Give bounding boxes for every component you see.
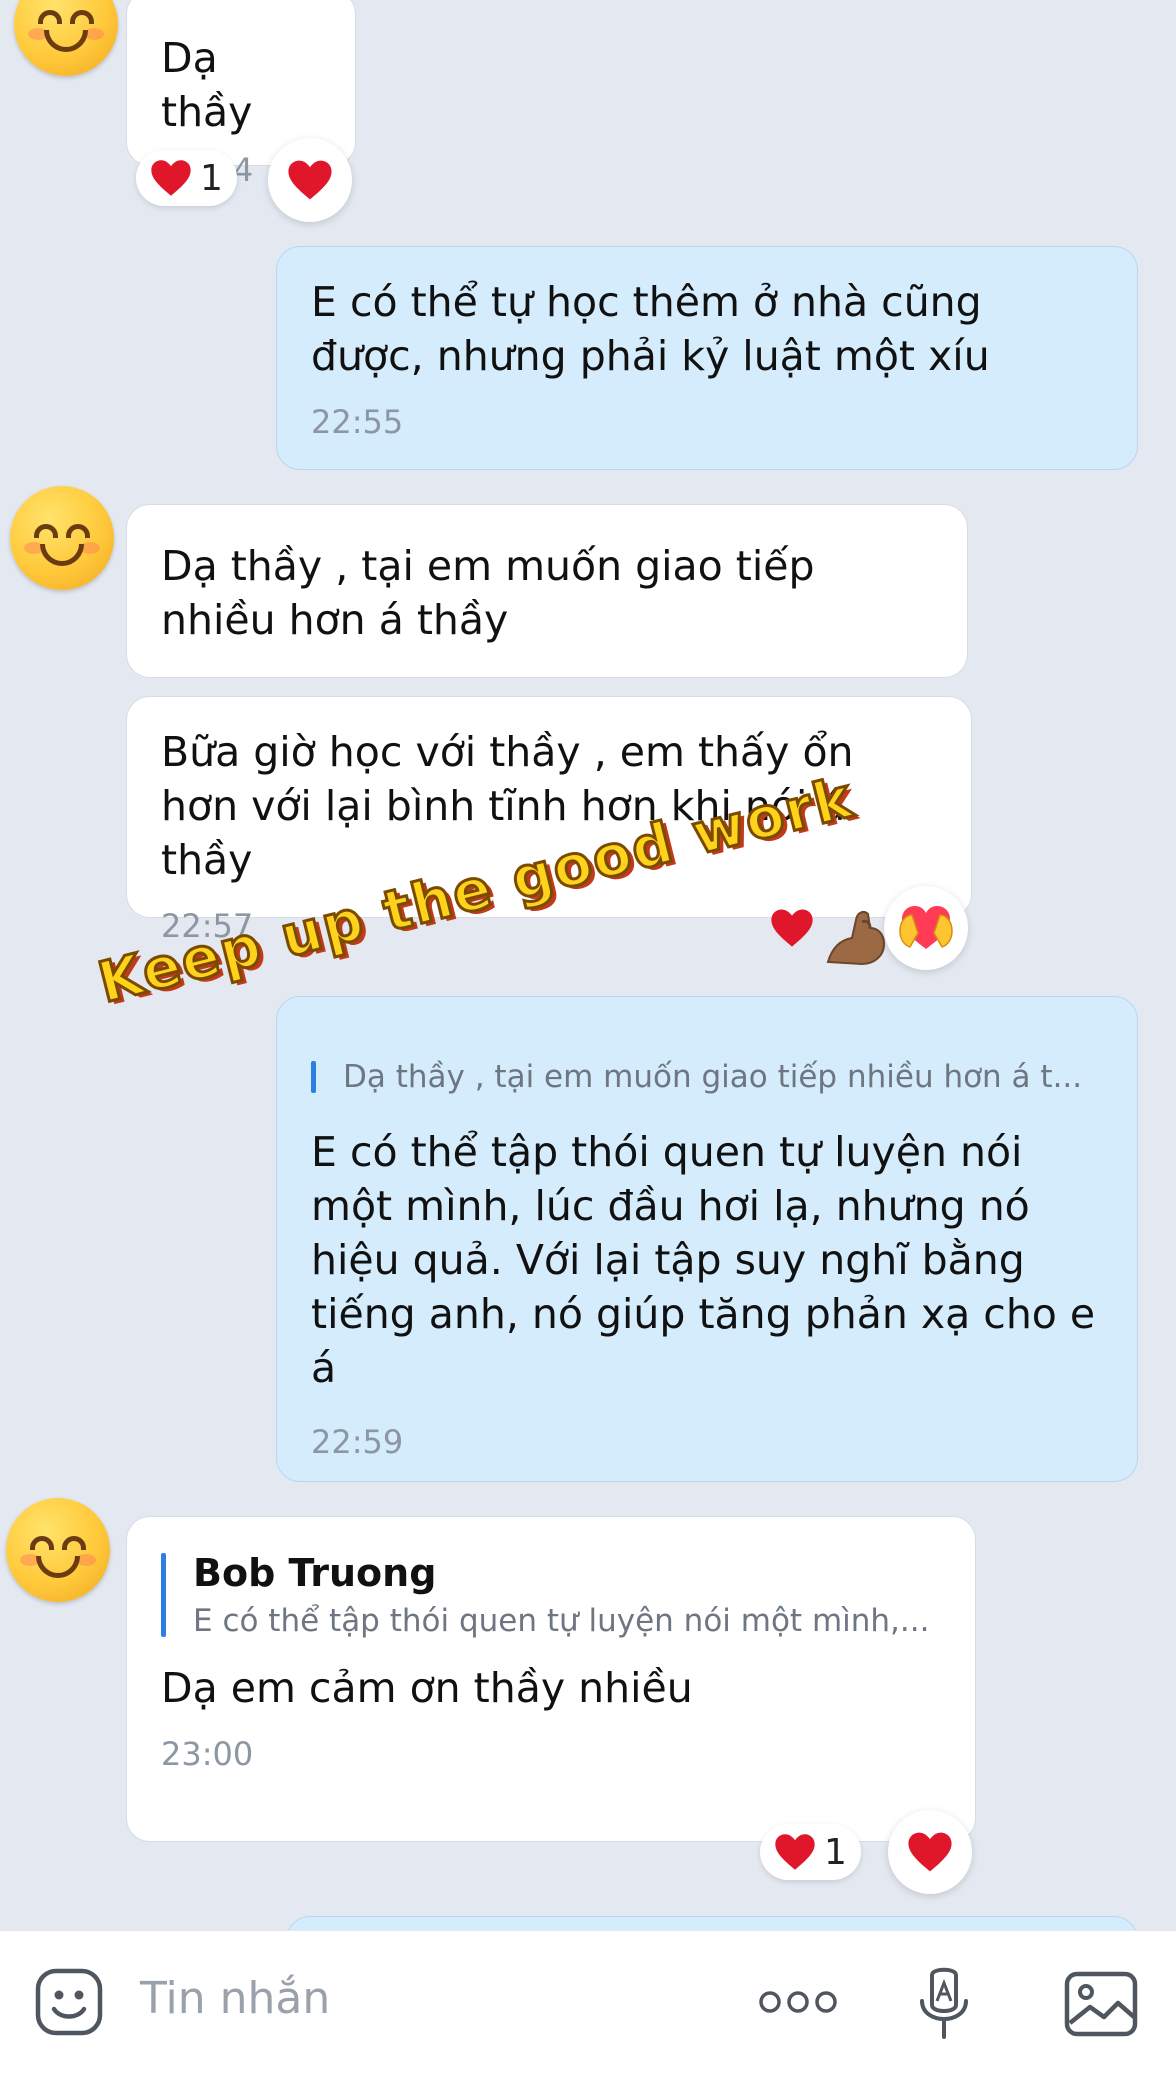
message-time: 23:00 <box>161 1735 254 1773</box>
heart-hands-icon <box>899 906 953 949</box>
heart-icon <box>288 160 332 200</box>
message-text: E có thể tập thói quen tự luyện nói một … <box>311 1128 1096 1392</box>
message-bubble-outgoing[interactable]: Dạ thầy , tại em muốn giao tiếp nhiều hơ… <box>276 996 1138 1482</box>
message-bubble-outgoing[interactable]: E có thể tự học thêm ở nhà cũng được, nh… <box>276 246 1138 470</box>
react-heart-button[interactable] <box>888 1810 972 1894</box>
heart-icon <box>908 1832 952 1872</box>
message-input[interactable]: Tin nhắn <box>140 1973 330 2024</box>
message-text: E có thể tự học thêm ở nhà cũng được, nh… <box>311 278 990 380</box>
message-text: Dạ thầy <box>161 34 253 136</box>
message-text: Dạ em cảm ơn thầy nhiều <box>161 1664 693 1712</box>
message-input-bar: Tin nhắn <box>0 1930 1176 2094</box>
heart-icon <box>771 909 813 947</box>
avatar[interactable] <box>10 486 114 590</box>
reply-quote[interactable]: Dạ thầy , tại em muốn giao tiếp nhiều hơ… <box>311 1059 1103 1095</box>
reply-quote[interactable]: Bob Truong E có thể tập thói quen tự luy… <box>161 1551 941 1639</box>
reaction-count-number: 1 <box>200 157 223 199</box>
react-heart-hands-button[interactable] <box>884 886 968 970</box>
quote-text: E có thể tập thói quen tự luyện nói một … <box>193 1603 930 1639</box>
heart-icon <box>151 160 191 196</box>
quote-author: Bob Truong <box>193 1551 437 1595</box>
heart-icon <box>775 1834 815 1870</box>
reaction-count[interactable]: 1 <box>760 1824 861 1880</box>
react-heart-button[interactable] <box>268 138 352 222</box>
quote-text: Dạ thầy , tại em muốn giao tiếp nhiều hơ… <box>343 1059 1083 1095</box>
message-bubble-incoming[interactable]: Bob Truong E có thể tập thói quen tự luy… <box>126 1516 976 1842</box>
reaction-count-number: 1 <box>824 1831 847 1873</box>
voice-mic-icon[interactable] <box>916 1965 972 2049</box>
reaction-count[interactable]: 1 <box>136 150 237 206</box>
avatar[interactable] <box>14 0 118 76</box>
flexed-biceps-icon <box>818 902 894 978</box>
avatar[interactable] <box>6 1498 110 1602</box>
more-dots-icon[interactable] <box>758 1987 838 2021</box>
emoji-face-icon[interactable] <box>34 1967 104 2041</box>
message-bubble-incoming[interactable]: Dạ thầy , tại em muốn giao tiếp nhiều hơ… <box>126 504 968 678</box>
message-time: 22:55 <box>311 403 404 441</box>
message-time: 22:59 <box>311 1423 404 1461</box>
image-gallery-icon[interactable] <box>1064 1971 1138 2041</box>
message-text: Dạ thầy , tại em muốn giao tiếp nhiều hơ… <box>161 542 815 644</box>
